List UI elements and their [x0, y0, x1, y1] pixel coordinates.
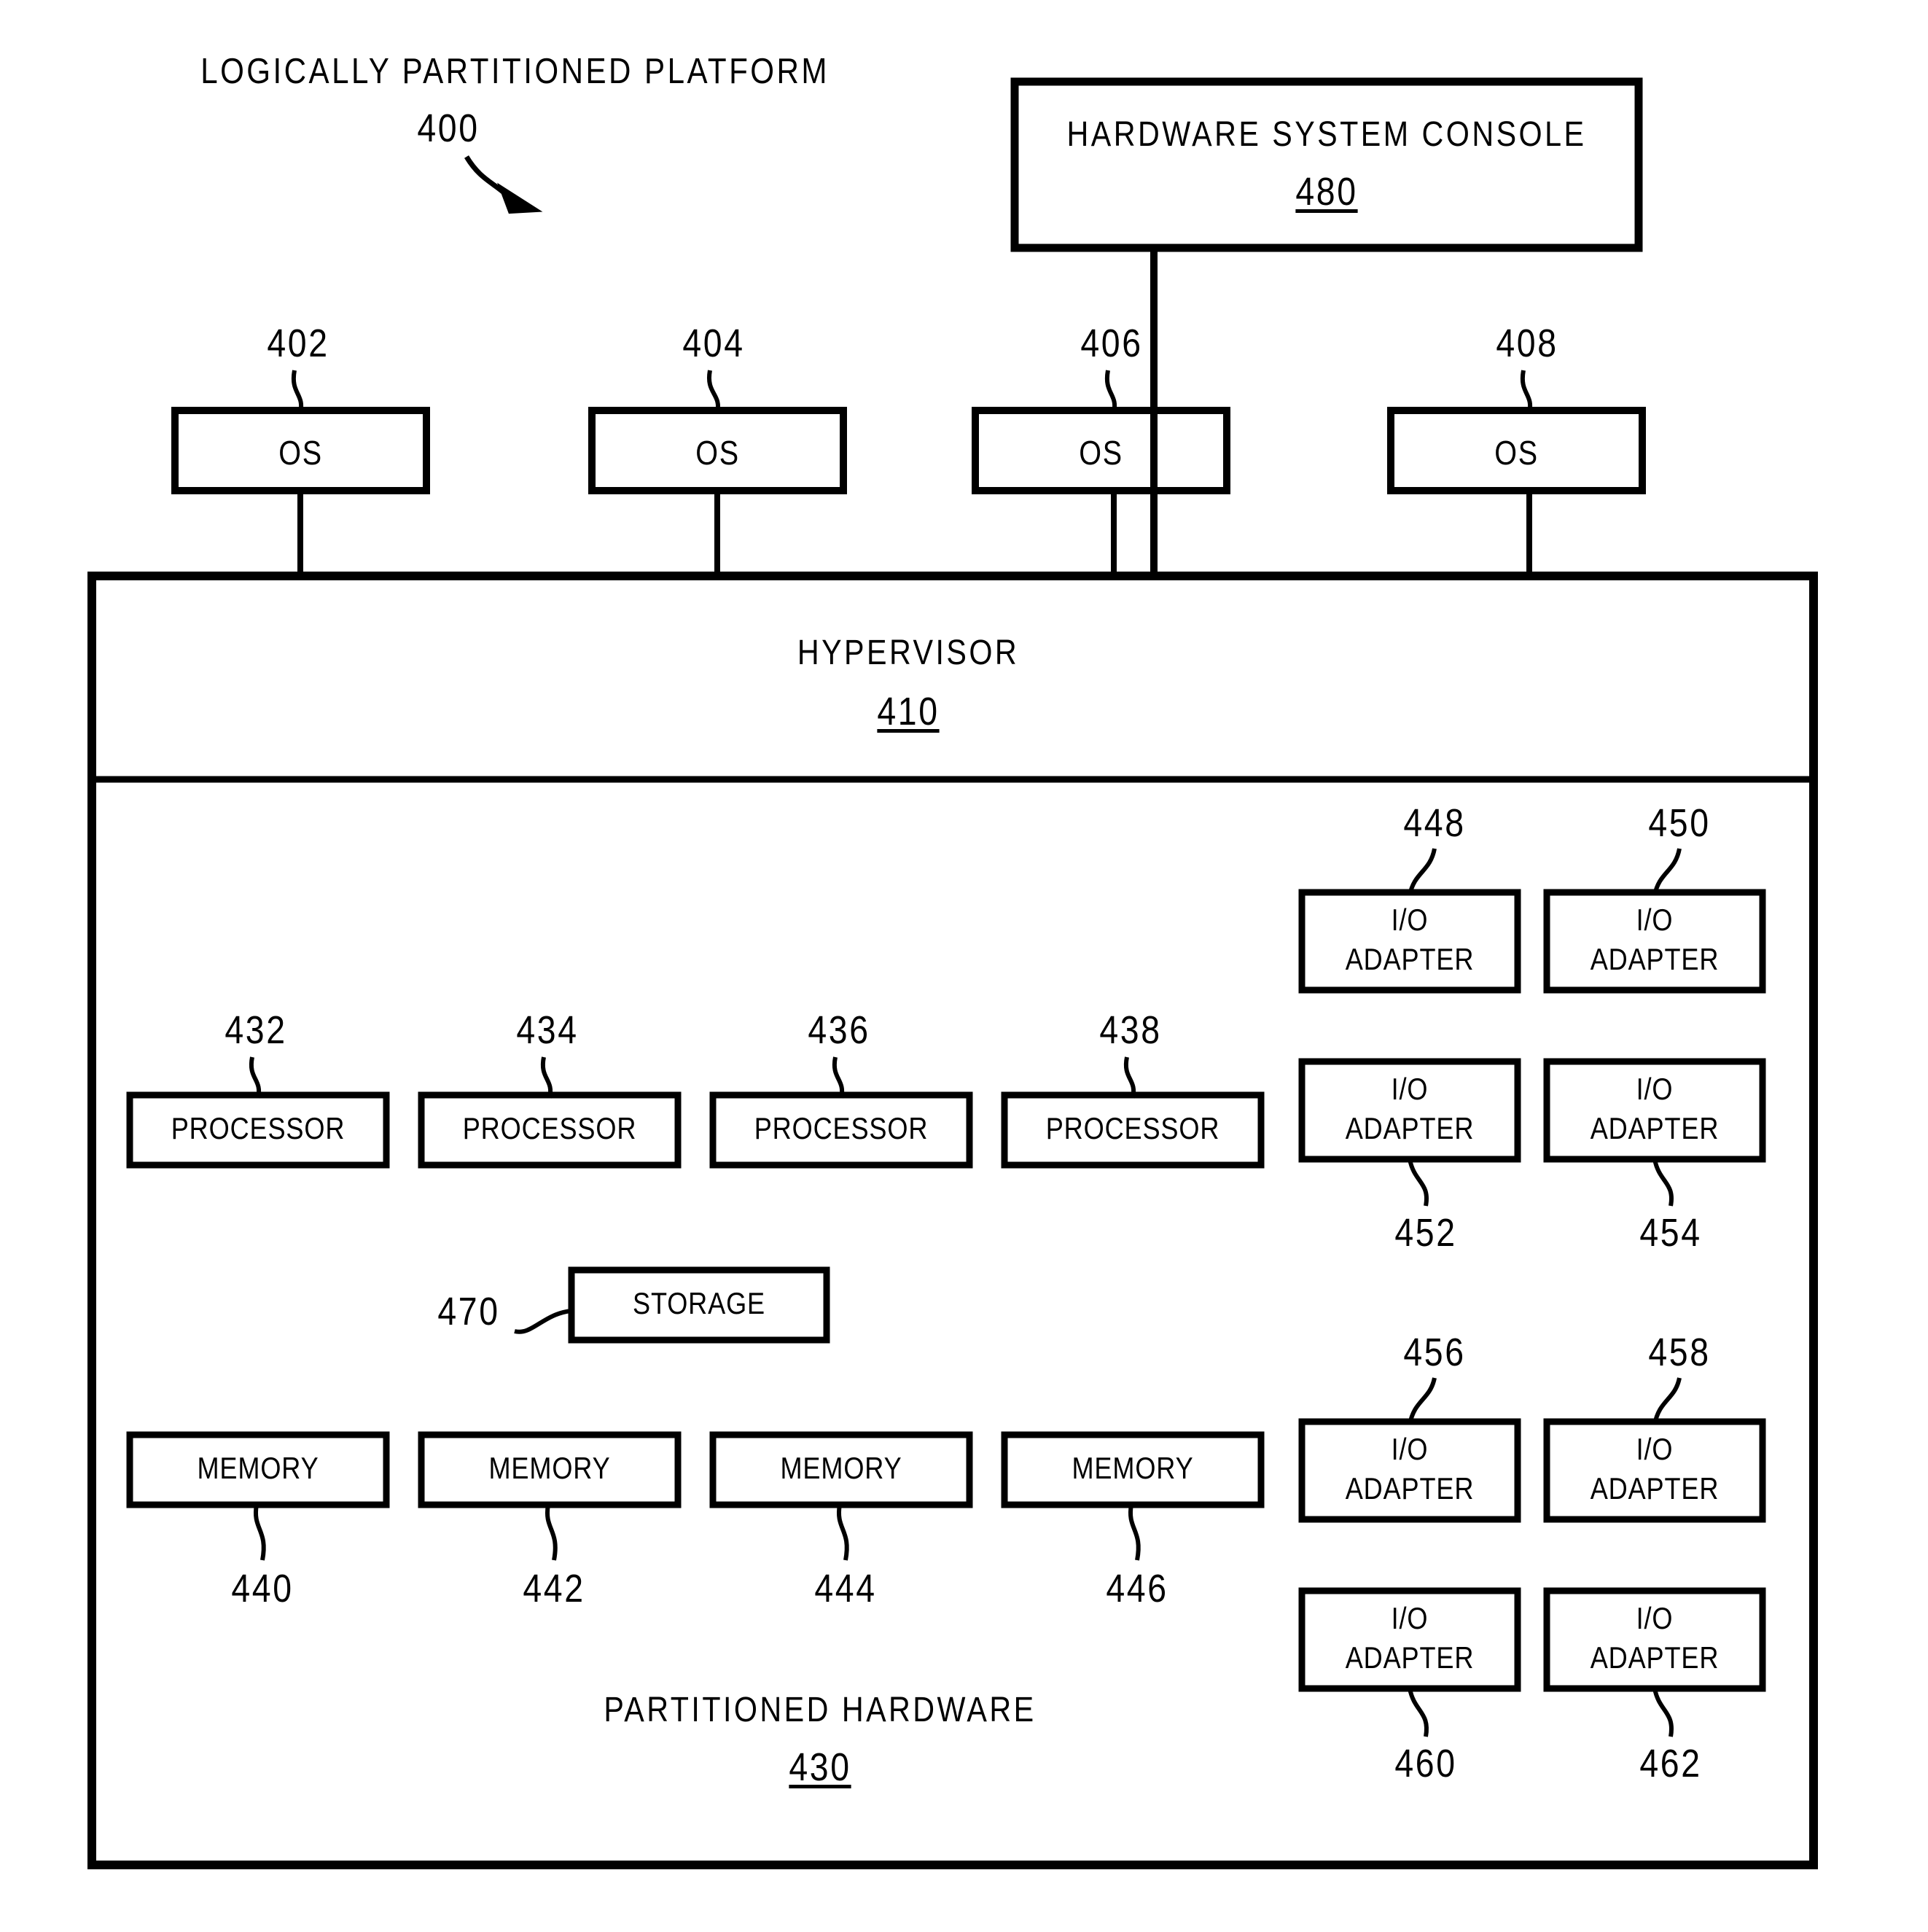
io-adapter-line1-450: I/O — [1636, 903, 1674, 937]
leader-444 — [836, 1504, 849, 1561]
memory-ref-446: 446 — [1106, 1567, 1168, 1610]
io-adapter-ref-460: 460 — [1394, 1742, 1457, 1785]
io-adapter-line1-458: I/O — [1636, 1432, 1674, 1466]
leader-404 — [706, 370, 721, 413]
memory-ref-442: 442 — [523, 1567, 585, 1610]
figure-title: LOGICALLY PARTITIONED PLATFORM — [200, 52, 830, 91]
processor-label-432: PROCESSOR — [171, 1111, 346, 1145]
io-adapter-line2-460: ADAPTER — [1345, 1640, 1475, 1675]
partitioned-hardware-label: PARTITIONED HARDWARE — [604, 1691, 1037, 1729]
memory-ref-444: 444 — [814, 1567, 877, 1610]
memory-label-446: MEMORY — [1072, 1451, 1194, 1485]
processor-label-434: PROCESSOR — [462, 1111, 637, 1145]
io-adapter-ref-454: 454 — [1639, 1211, 1702, 1255]
io-adapter-line1-462: I/O — [1636, 1601, 1674, 1635]
io-adapter-ref-452: 452 — [1394, 1211, 1457, 1255]
leader-454 — [1652, 1158, 1674, 1207]
leader-448 — [1408, 848, 1437, 896]
processor-ref-438: 438 — [1099, 1008, 1162, 1052]
io-adapter-line2-458: ADAPTER — [1590, 1471, 1720, 1506]
leader-462 — [1652, 1688, 1674, 1737]
memory-label-440: MEMORY — [197, 1451, 319, 1485]
title-leader-arrow — [464, 155, 543, 214]
leader-456 — [1408, 1377, 1437, 1425]
leader-440 — [253, 1504, 266, 1561]
io-adapter-line1-452: I/O — [1391, 1072, 1429, 1106]
processor-label-438: PROCESSOR — [1045, 1111, 1220, 1145]
leader-450 — [1652, 848, 1682, 896]
hardware-system-console-ref: 480 — [1295, 170, 1358, 214]
hardware-system-console-box — [1010, 77, 1643, 252]
os-label-404: OS — [695, 434, 740, 472]
os-label-406: OS — [1079, 434, 1123, 472]
io-adapter-line2-454: ADAPTER — [1590, 1111, 1720, 1145]
io-adapter-line2-456: ADAPTER — [1345, 1471, 1475, 1506]
os-ref-404: 404 — [682, 322, 745, 365]
leader-442 — [545, 1504, 558, 1561]
storage-label: STORAGE — [633, 1286, 765, 1320]
io-adapter-ref-450: 450 — [1648, 801, 1711, 845]
io-adapter-line1-454: I/O — [1636, 1072, 1674, 1106]
io-adapter-line2-450: ADAPTER — [1590, 942, 1720, 976]
io-adapter-ref-462: 462 — [1639, 1742, 1702, 1785]
leader-470 — [514, 1309, 572, 1334]
os-ref-408: 408 — [1496, 322, 1558, 365]
leader-452 — [1408, 1158, 1429, 1207]
partitioned-hardware-ref: 430 — [789, 1745, 851, 1789]
memory-label-442: MEMORY — [488, 1451, 611, 1485]
memory-label-444: MEMORY — [780, 1451, 902, 1485]
storage-ref-470: 470 — [437, 1290, 500, 1333]
platform-outer-box — [87, 572, 1818, 1869]
leader-402 — [291, 370, 304, 413]
os-label-402: OS — [278, 434, 323, 472]
io-adapter-line2-462: ADAPTER — [1590, 1640, 1720, 1675]
io-adapter-line2-448: ADAPTER — [1345, 942, 1475, 976]
io-adapter-ref-456: 456 — [1403, 1331, 1466, 1374]
io-adapter-line1-460: I/O — [1391, 1601, 1429, 1635]
leader-408 — [1520, 370, 1533, 413]
leader-406 — [1104, 370, 1117, 413]
hardware-system-console-label: HARDWARE SYSTEM CONSOLE — [1066, 115, 1587, 154]
os-ref-406: 406 — [1080, 322, 1143, 365]
processor-ref-434: 434 — [516, 1008, 579, 1052]
processor-ref-436: 436 — [808, 1008, 870, 1052]
io-adapter-line1-456: I/O — [1391, 1432, 1429, 1466]
io-adapter-line1-448: I/O — [1391, 903, 1429, 937]
memory-ref-440: 440 — [231, 1567, 294, 1610]
os-ref-402: 402 — [267, 322, 329, 365]
os-label-408: OS — [1494, 434, 1539, 472]
hypervisor-label: HYPERVISOR — [797, 634, 1020, 672]
io-adapter-ref-458: 458 — [1648, 1331, 1711, 1374]
hypervisor-ref: 410 — [877, 690, 940, 733]
leader-460 — [1408, 1688, 1429, 1737]
processor-label-436: PROCESSOR — [754, 1111, 929, 1145]
figure-title-ref: 400 — [417, 106, 480, 150]
io-adapter-line2-452: ADAPTER — [1345, 1111, 1475, 1145]
patent-figure-canvas: LOGICALLY PARTITIONED PLATFORM 400 HARDW… — [0, 0, 1928, 1932]
leader-458 — [1652, 1377, 1682, 1425]
leader-446 — [1128, 1504, 1141, 1561]
processor-ref-432: 432 — [225, 1008, 287, 1052]
io-adapter-ref-448: 448 — [1403, 801, 1466, 845]
